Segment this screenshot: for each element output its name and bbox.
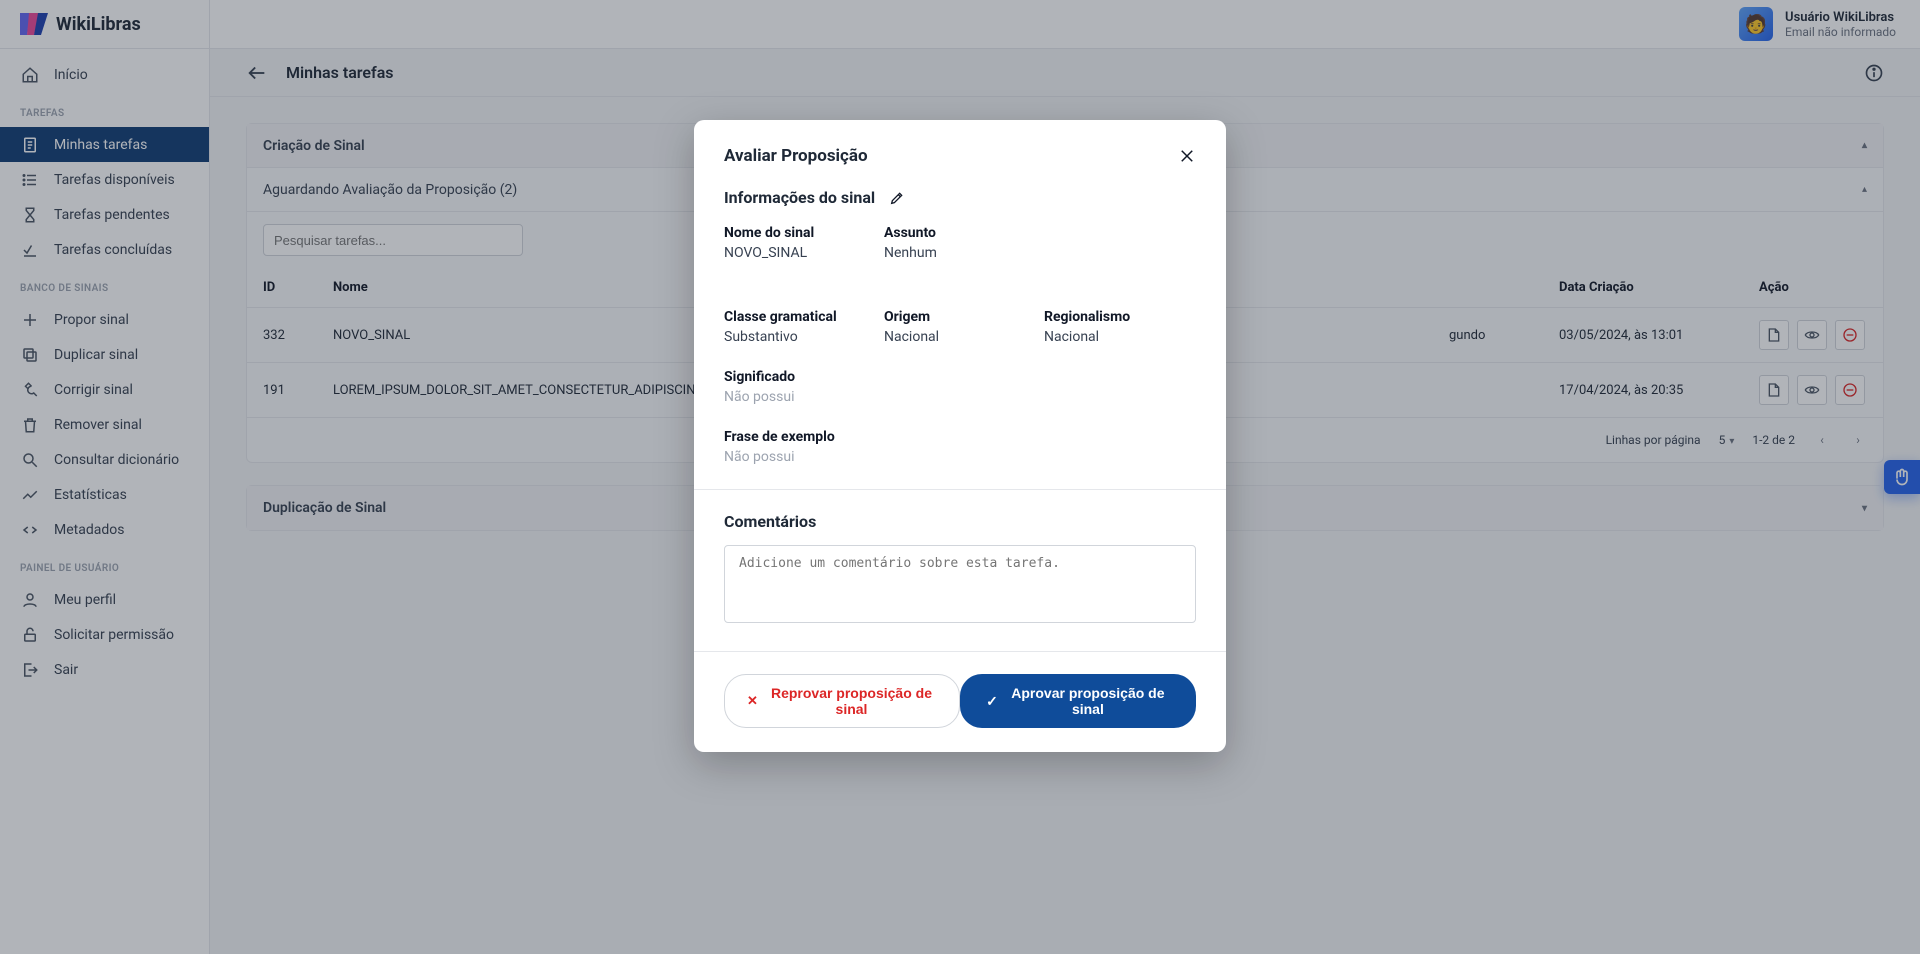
field-value: Nacional xyxy=(1044,329,1164,345)
field-label: Assunto xyxy=(884,225,1004,241)
modal-title: Avaliar Proposição xyxy=(724,146,868,166)
button-label: Reprovar proposição de sinal xyxy=(766,685,937,717)
comments-input[interactable] xyxy=(724,545,1196,623)
field-label: Regionalismo xyxy=(1044,309,1164,325)
field-label: Frase de exemplo xyxy=(724,429,1196,445)
field-value: NOVO_SINAL xyxy=(724,245,844,261)
close-button[interactable] xyxy=(1178,147,1196,165)
approve-button[interactable]: ✓ Aprovar proposição de sinal xyxy=(960,674,1196,728)
field-label: Significado xyxy=(724,369,1196,385)
field-value: Nacional xyxy=(884,329,1004,345)
field-value: Não possui xyxy=(724,389,1196,405)
modal-section-title: Informações do sinal xyxy=(724,188,875,207)
close-icon: ✕ xyxy=(747,693,758,709)
reject-button[interactable]: ✕ Reprovar proposição de sinal xyxy=(724,674,960,728)
field-label: Origem xyxy=(884,309,1004,325)
check-icon: ✓ xyxy=(986,693,998,710)
field-value: Nenhum xyxy=(884,245,1004,261)
pencil-icon xyxy=(889,190,905,206)
edit-button[interactable] xyxy=(889,190,905,206)
field-label: Nome do sinal xyxy=(724,225,844,241)
field-value: Não possui xyxy=(724,449,1196,465)
modal-avaliar: Avaliar Proposição Informações do sinal … xyxy=(694,120,1226,752)
field-label: Classe gramatical xyxy=(724,309,844,325)
field-value: Substantivo xyxy=(724,329,844,345)
close-icon xyxy=(1178,147,1196,165)
comments-title: Comentários xyxy=(724,512,1196,531)
button-label: Aprovar proposição de sinal xyxy=(1006,685,1170,717)
modal-scrim[interactable]: Avaliar Proposição Informações do sinal … xyxy=(0,0,1920,954)
